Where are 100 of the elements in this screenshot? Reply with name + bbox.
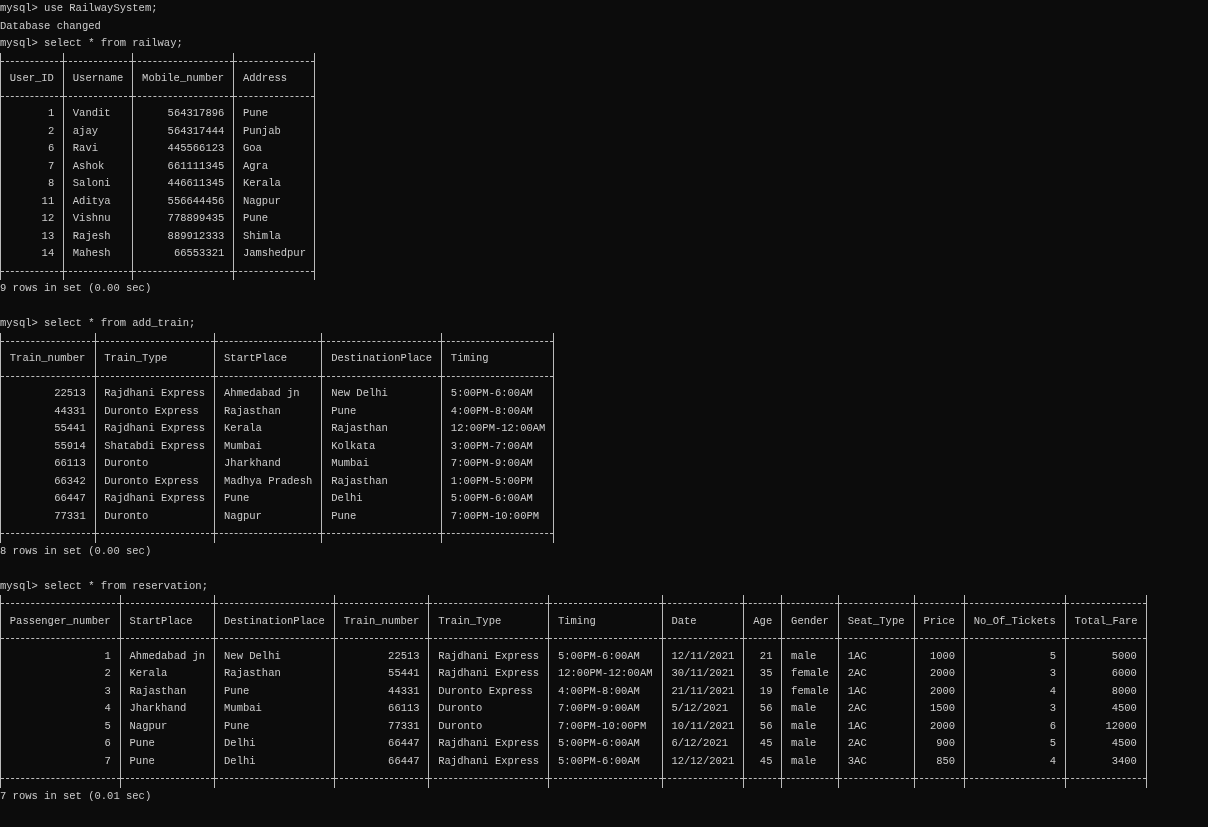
table-cell: female <box>781 665 838 683</box>
table-cell: Rajasthan <box>214 402 322 420</box>
table-header-cell: Username <box>63 70 133 88</box>
table-cell: ajay <box>63 122 133 140</box>
table-header-cell: Train_number <box>333 612 429 630</box>
table-cell: 5:00PM-6:00AM <box>548 752 662 770</box>
table-header-cell: Price <box>913 612 964 630</box>
table-cell: Delhi <box>214 735 334 753</box>
table-header-cell: Train_Type <box>94 350 215 368</box>
table-cell: 850 <box>913 752 964 770</box>
table-cell: Jharkhand <box>119 700 215 718</box>
table-cell: Rajdhani Express <box>428 752 549 770</box>
table-cell: Rajdhani Express <box>94 385 215 403</box>
table-cell: Mumbai <box>214 700 334 718</box>
table-cell: 778899435 <box>132 210 234 228</box>
table-cell: 12000 <box>1064 717 1147 735</box>
table-cell: male <box>781 700 838 718</box>
table-cell: Pune <box>233 105 315 123</box>
command-line: mysql> select * from add_train; <box>0 316 196 331</box>
table-cell: 1 <box>0 647 120 665</box>
table-cell: 3 <box>964 665 1065 683</box>
table-cell: 8000 <box>1064 682 1147 700</box>
table-cell: 3AC <box>837 752 914 770</box>
table-cell: 6 <box>964 717 1065 735</box>
table-cell: 5 <box>0 717 120 735</box>
output-line: Database changed <box>0 18 101 34</box>
table-cell: 66447 <box>333 752 429 770</box>
table-header-cell: Address <box>233 70 315 88</box>
table-cell: Duronto <box>428 717 549 735</box>
table-cell: male <box>781 717 838 735</box>
table-cell: Mumbai <box>321 455 442 473</box>
table-header-cell: StartPlace <box>214 350 322 368</box>
table-cell: 2 <box>0 665 120 683</box>
table-cell: Rajasthan <box>321 472 442 490</box>
table-cell: 2000 <box>913 682 964 700</box>
table-cell: male <box>781 752 838 770</box>
table-cell: 8 <box>0 175 63 193</box>
table-cell: 5 <box>964 647 1065 665</box>
table-header-cell: DestinationPlace <box>321 350 442 368</box>
table-cell: 2AC <box>837 735 914 753</box>
table-cell: Pune <box>119 752 215 770</box>
table-cell: 77331 <box>333 717 429 735</box>
table-header-cell: No_Of_Tickets <box>964 612 1065 630</box>
table-cell: 56 <box>743 700 782 718</box>
table-cell: 44331 <box>0 402 95 420</box>
table-cell: 4500 <box>1064 735 1147 753</box>
table-cell: Shatabdi Express <box>94 437 215 455</box>
table-header-cell: Mobile_number <box>132 70 234 88</box>
table-cell: Ashok <box>63 157 133 175</box>
table-cell: 4500 <box>1064 700 1147 718</box>
table-cell: Nagpur <box>233 192 315 210</box>
table-cell: New Delhi <box>321 385 442 403</box>
table-cell: 564317444 <box>132 122 234 140</box>
table-cell: 1 <box>0 105 63 123</box>
table-cell: Madhya Pradesh <box>214 472 322 490</box>
table-cell: 1AC <box>837 717 914 735</box>
table-cell: Vishnu <box>63 210 133 228</box>
table-cell: female <box>781 682 838 700</box>
result-summary: 8 rows in set (0.00 sec) <box>0 543 152 559</box>
table-cell: Pune <box>233 210 315 228</box>
table-header-cell: StartPlace <box>119 612 215 630</box>
table-header-cell: Timing <box>548 612 662 630</box>
table-cell: Rajesh <box>63 227 133 245</box>
table-cell: 2000 <box>913 665 964 683</box>
table-cell: 2 <box>0 122 63 140</box>
table-cell: 66447 <box>0 490 95 508</box>
table-cell: 2000 <box>913 717 964 735</box>
table-header-cell: Seat_Type <box>837 612 914 630</box>
table-cell: 14 <box>0 245 63 263</box>
result-summary: 7 rows in set (0.01 sec) <box>0 788 152 804</box>
table-cell: 7:00PM-10:00PM <box>548 717 662 735</box>
table-cell: Duronto <box>94 507 215 525</box>
table-cell: Duronto Express <box>94 402 215 420</box>
table-cell: Pune <box>214 717 334 735</box>
table-cell: 22513 <box>0 385 95 403</box>
table-cell: Kolkata <box>321 437 442 455</box>
table-cell: 5000 <box>1064 647 1147 665</box>
table-cell: Pune <box>214 490 322 508</box>
table-header-cell: DestinationPlace <box>214 612 334 630</box>
table-cell: 889912333 <box>132 227 234 245</box>
table-cell: 3 <box>0 682 120 700</box>
table-cell: 5:00PM-6:00AM <box>548 647 662 665</box>
table-cell: Rajasthan <box>214 665 334 683</box>
table-header-cell: Age <box>743 612 782 630</box>
table-cell: 446611345 <box>132 175 234 193</box>
command-line: mysql> use RailwaySystem; <box>0 1 158 16</box>
table-cell: 45 <box>743 735 782 753</box>
table-cell: 1500 <box>913 700 964 718</box>
table-cell: Delhi <box>321 490 442 508</box>
table-cell: 66113 <box>0 455 95 473</box>
table-cell: 5 <box>964 735 1065 753</box>
table-cell: 5/12/2021 <box>661 700 744 718</box>
table-cell: Vandit <box>63 105 133 123</box>
table-cell: 66447 <box>333 735 429 753</box>
table-cell: 35 <box>743 665 782 683</box>
table-cell: 7:00PM-10:00PM <box>441 507 555 525</box>
table-cell: Kerala <box>214 420 322 438</box>
command-line: mysql> select * from reservation; <box>0 578 208 594</box>
table-cell: 1000 <box>913 647 964 665</box>
table-header-cell: Train_number <box>0 350 95 368</box>
